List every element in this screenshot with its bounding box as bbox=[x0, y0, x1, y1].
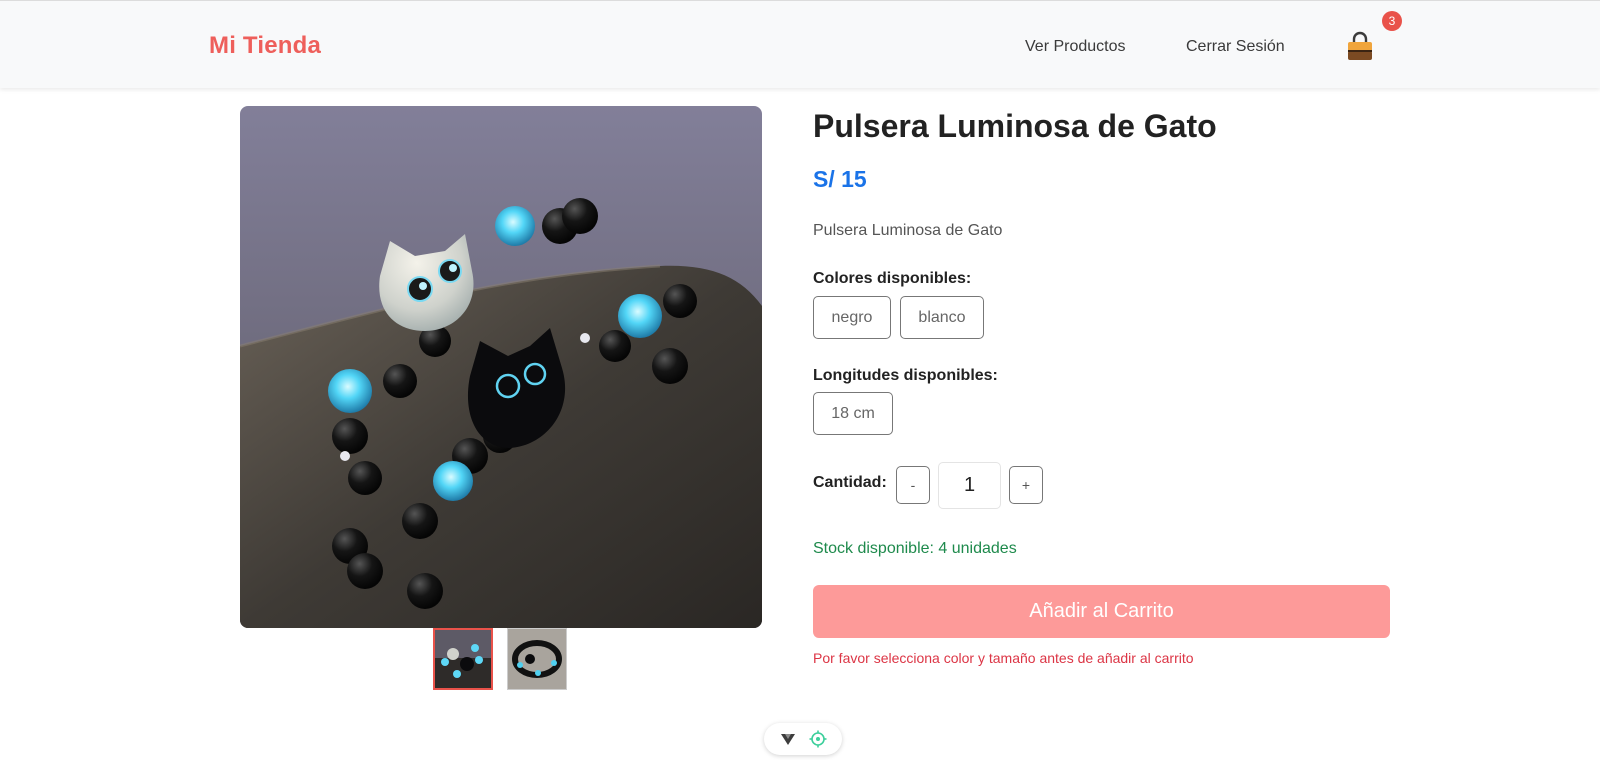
product-main-image bbox=[240, 106, 762, 628]
brand-logo[interactable]: Mi Tienda bbox=[209, 32, 321, 60]
stock-status: Stock disponible: 4 unidades bbox=[813, 540, 1017, 557]
lengths-label: Longitudes disponibles: bbox=[813, 367, 998, 384]
add-to-cart-button[interactable]: Añadir al Carrito bbox=[813, 585, 1390, 638]
color-option-blanco[interactable]: blanco bbox=[900, 296, 984, 339]
top-navbar: Mi Tienda Ver Productos Cerrar Sesión 3 bbox=[0, 0, 1600, 88]
quantity-increase-button[interactable]: + bbox=[1009, 466, 1043, 504]
target-icon[interactable] bbox=[809, 730, 827, 748]
colors-label: Colores disponibles: bbox=[813, 270, 972, 287]
selection-warning: Por favor selecciona color y tamaño ante… bbox=[813, 650, 1194, 666]
product-thumbnail-2[interactable] bbox=[507, 628, 567, 690]
quantity-label: Cantidad: bbox=[813, 474, 887, 491]
cart-count-badge: 3 bbox=[1382, 11, 1402, 31]
length-option-18cm[interactable]: 18 cm bbox=[813, 392, 893, 435]
filter-icon[interactable] bbox=[779, 730, 797, 748]
quantity-decrease-button[interactable]: - bbox=[896, 466, 930, 504]
quantity-input[interactable] bbox=[938, 462, 1001, 509]
product-description: Pulsera Luminosa de Gato bbox=[813, 222, 1003, 239]
product-thumbnail-1[interactable] bbox=[433, 628, 493, 690]
product-price: S/ 15 bbox=[813, 166, 867, 192]
nav-logout[interactable]: Cerrar Sesión bbox=[1186, 38, 1285, 56]
nav-view-products[interactable]: Ver Productos bbox=[1025, 38, 1126, 56]
color-option-negro[interactable]: negro bbox=[813, 296, 891, 339]
floating-toolbar bbox=[764, 723, 842, 755]
shopping-bag-icon[interactable] bbox=[1345, 31, 1375, 63]
product-title: Pulsera Luminosa de Gato bbox=[813, 108, 1217, 144]
